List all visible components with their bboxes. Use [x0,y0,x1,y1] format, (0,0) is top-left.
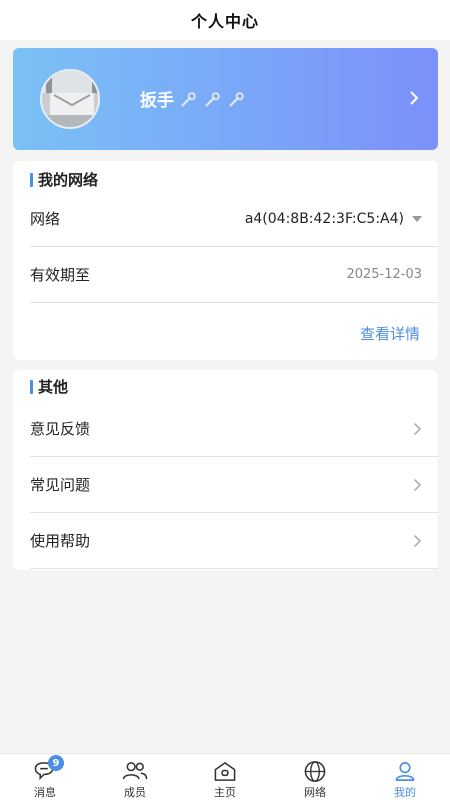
chevron-right-icon[interactable] [408,89,420,107]
members-icon [122,762,148,780]
my-network-card: 我的网络 网络 a4(04:8B:42:3F:C5:A4) 有效期至 2025-… [13,161,438,360]
chevron-right-icon [413,422,422,435]
network-select-row[interactable]: 网络 a4(04:8B:42:3F:C5:A4) [30,191,438,247]
wrench-icon [205,91,220,106]
section-title-other: 其他 [30,376,68,397]
list-item-label: 意见反馈 [30,420,91,438]
tab-home[interactable]: 主页 [180,754,270,800]
tab-label: 消息 [34,786,56,799]
expiry-label: 有效期至 [30,266,91,284]
user-icon [395,762,415,781]
tab-mine[interactable]: 我的 [360,754,450,800]
wrench-icon [181,91,196,106]
section-accent-bar [30,172,33,187]
tab-label: 主页 [214,786,236,799]
tab-messages[interactable]: 9 消息 [0,754,90,800]
chevron-right-icon [413,478,422,491]
globe-icon [304,761,326,782]
profile-name: 扳手 [140,86,246,111]
profile-card[interactable]: 扳手 [13,48,438,150]
list-item-help[interactable]: 使用帮助 [30,513,438,569]
other-card: 其他 意见反馈 常见问题 使用帮助 [13,370,438,570]
wrench-icon [229,91,244,106]
network-select[interactable]: a4(04:8B:42:3F:C5:A4) [245,211,422,227]
list-item-label: 常见问题 [30,476,91,494]
tab-network[interactable]: 网络 [270,754,360,800]
view-details-link[interactable]: 查看详情 [360,323,420,344]
network-value: a4(04:8B:42:3F:C5:A4) [244,210,404,227]
dropdown-caret-icon [412,215,422,222]
section-accent-bar [30,379,33,394]
unread-badge: 9 [48,755,64,771]
section-title-text: 我的网络 [38,171,99,189]
list-item-faq[interactable]: 常见问题 [30,457,438,513]
expiry-row: 有效期至 2025-12-03 [30,247,438,303]
tab-label: 网络 [304,786,326,799]
section-title-text: 其他 [38,378,69,396]
home-icon [214,762,236,781]
page-title: 个人中心 [190,12,259,31]
tab-label: 我的 [394,786,416,799]
tab-members[interactable]: 成员 [90,754,180,800]
section-title-network: 我的网络 [30,169,98,190]
profile-name-text: 扳手 [140,91,174,111]
avatar[interactable] [40,69,100,129]
list-item-feedback[interactable]: 意见反馈 [30,401,438,457]
expiry-value: 2025-12-03 [346,267,422,282]
chevron-right-icon [413,534,422,547]
tab-label: 成员 [124,786,146,799]
page-header: 个人中心 [0,0,450,40]
bottom-tab-bar: 9 消息 成员 主页 网络 我的 [0,753,450,800]
network-label: 网络 [30,210,61,228]
list-item-label: 使用帮助 [30,532,91,550]
